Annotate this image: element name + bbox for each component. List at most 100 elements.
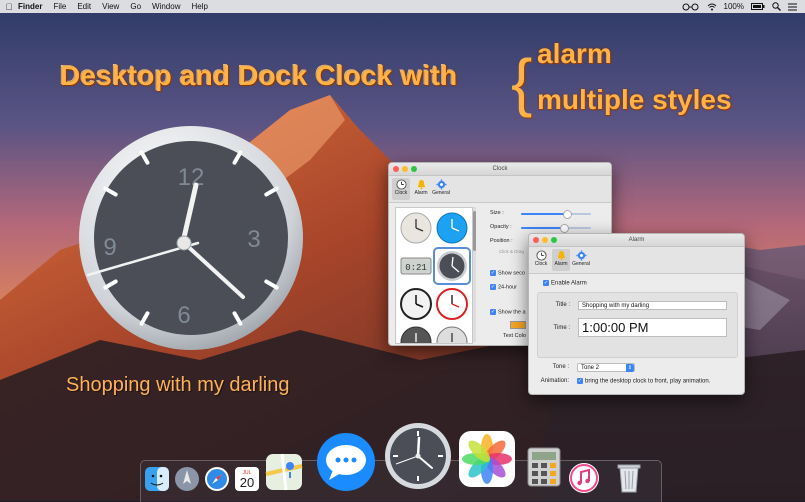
spotlight-search-icon[interactable] [772,2,781,11]
tab-clock[interactable]: Clock [532,249,550,271]
photos-icon[interactable] [458,430,516,488]
style-thumb-digital[interactable]: 0:21 [399,249,433,283]
animation-option[interactable]: ✓ bring the desktop clock to front, play … [577,378,710,385]
calculator-icon[interactable] [524,446,564,488]
style-thumb-gray[interactable] [399,325,433,343]
tone-value: Tone 2 [581,365,600,371]
alarm-time-field[interactable]: 1:00:00 PM [578,318,727,337]
calendar-icon[interactable]: JUL 20 [234,466,260,492]
style-thumb-blue[interactable] [435,211,469,245]
hour24-checkbox[interactable]: ✓ [490,284,496,290]
alarm-time-label: Time : [553,325,570,331]
desktop-clock[interactable]: 12 3 6 9 [78,125,304,351]
zoom-button[interactable] [551,237,557,243]
menu-file[interactable]: File [53,2,66,11]
clock-center-pin [176,235,192,251]
show-seconds-option[interactable]: ✓ Show seco [490,270,525,276]
clock-tab-icon [535,250,547,261]
numeral-9: 9 [103,234,116,261]
style-thumb-red[interactable] [435,287,469,321]
safari-icon[interactable] [204,466,230,492]
show-the-checkbox[interactable]: ✓ [490,309,496,315]
tab-general[interactable]: General [432,178,450,200]
numeral-12: 12 [178,164,205,191]
menu-go[interactable]: Go [130,2,141,11]
gray-clock-icon [400,326,432,343]
tab-alarm[interactable]: Alarm [552,249,570,271]
menu-help[interactable]: Help [191,2,207,11]
battery-icon[interactable] [751,3,765,10]
tab-general[interactable]: General [572,249,590,271]
tab-clock[interactable]: Clock [392,178,410,200]
enable-alarm-label: Enable Alarm [551,280,587,287]
menu-view[interactable]: View [102,2,119,11]
menu-window[interactable]: Window [152,2,180,11]
hour24-option[interactable]: ✓ 24-hour [490,284,517,290]
close-button[interactable] [393,166,399,172]
alarm-settings-panel: ✓ Enable Alarm Title : Shopping with my d… [529,270,744,394]
alarm-details-group: Title : Shopping with my darling Time : … [537,292,738,358]
alarm-title-field[interactable]: Shopping with my darling [578,301,727,310]
launchpad-icon[interactable] [174,466,200,492]
feature-alarm: alarm [537,38,612,69]
style-thumb-dark-selected[interactable] [433,247,471,285]
trash-icon[interactable] [614,462,644,494]
window-titlebar[interactable]: Alarm [529,234,744,247]
close-button[interactable] [533,237,539,243]
glasses-icon[interactable] [682,3,700,11]
style-thumb-silver[interactable] [435,325,469,343]
blue-clock-icon [436,212,468,244]
window-title: Alarm [628,237,645,243]
size-slider[interactable] [521,210,591,219]
notification-center-icon[interactable] [788,3,797,11]
battery-percent: 100% [723,2,744,11]
style-grid-scrollbar[interactable] [473,207,476,342]
animation-checkbox[interactable]: ✓ [577,378,583,384]
show-the-option[interactable]: ✓ Show the a [490,309,526,315]
red-clock-icon [436,288,468,320]
svg-text:0:21: 0:21 [405,263,427,273]
opacity-slider-knob[interactable] [560,224,570,233]
enable-alarm-option[interactable]: ✓ Enable Alarm [543,280,587,287]
animation-label: Animation: [540,378,569,384]
window-titlebar[interactable]: Clock [389,163,611,176]
position-label: Position : [490,238,513,244]
window-controls [533,237,557,243]
numeral-6: 6 [177,302,190,329]
promo-headline: Desktop and Dock Clock with [60,60,458,91]
animation-text: bring the desktop clock to front, play a… [585,378,711,385]
scrollbar-knob[interactable] [473,211,476,251]
menu-finder[interactable]: Finder [18,2,42,11]
style-thumb-black[interactable] [399,287,433,321]
size-slider-fill [521,213,567,215]
preferences-toolbar: Clock Alarm General [389,176,611,203]
enable-alarm-checkbox[interactable]: ✓ [543,280,549,286]
alarm-title-label: Title : [555,302,570,308]
opacity-slider-fill [521,227,565,229]
minimize-button[interactable] [402,166,408,172]
tone-popup[interactable]: Tone 2 ⇕ [577,363,635,372]
text-color-swatch[interactable] [510,321,526,329]
itunes-icon[interactable] [568,462,600,494]
apple-menu-icon[interactable]:  [0,2,18,12]
black-clock-icon [400,288,432,320]
clock-style-grid: 0:21 [395,207,473,344]
messages-icon[interactable] [316,432,376,492]
maps-icon[interactable] [264,452,304,492]
minimize-button[interactable] [542,237,548,243]
tab-general-label: General [572,261,590,267]
clock-app-icon[interactable] [384,422,452,490]
tab-alarm[interactable]: Alarm [412,178,430,200]
show-seconds-checkbox[interactable]: ✓ [490,270,496,276]
numeral-3: 3 [247,226,260,253]
tab-clock-label: Clock [534,261,548,267]
zoom-button[interactable] [411,166,417,172]
style-thumb-white[interactable] [399,211,433,245]
size-slider-knob[interactable] [562,210,572,219]
finder-icon[interactable] [144,466,170,492]
clock-tab-icon [395,179,407,190]
wifi-icon[interactable] [707,3,717,11]
menu-bar:  Finder File Edit View Go Window Help 1… [0,0,805,13]
menu-edit[interactable]: Edit [77,2,91,11]
opacity-slider[interactable] [521,224,591,233]
